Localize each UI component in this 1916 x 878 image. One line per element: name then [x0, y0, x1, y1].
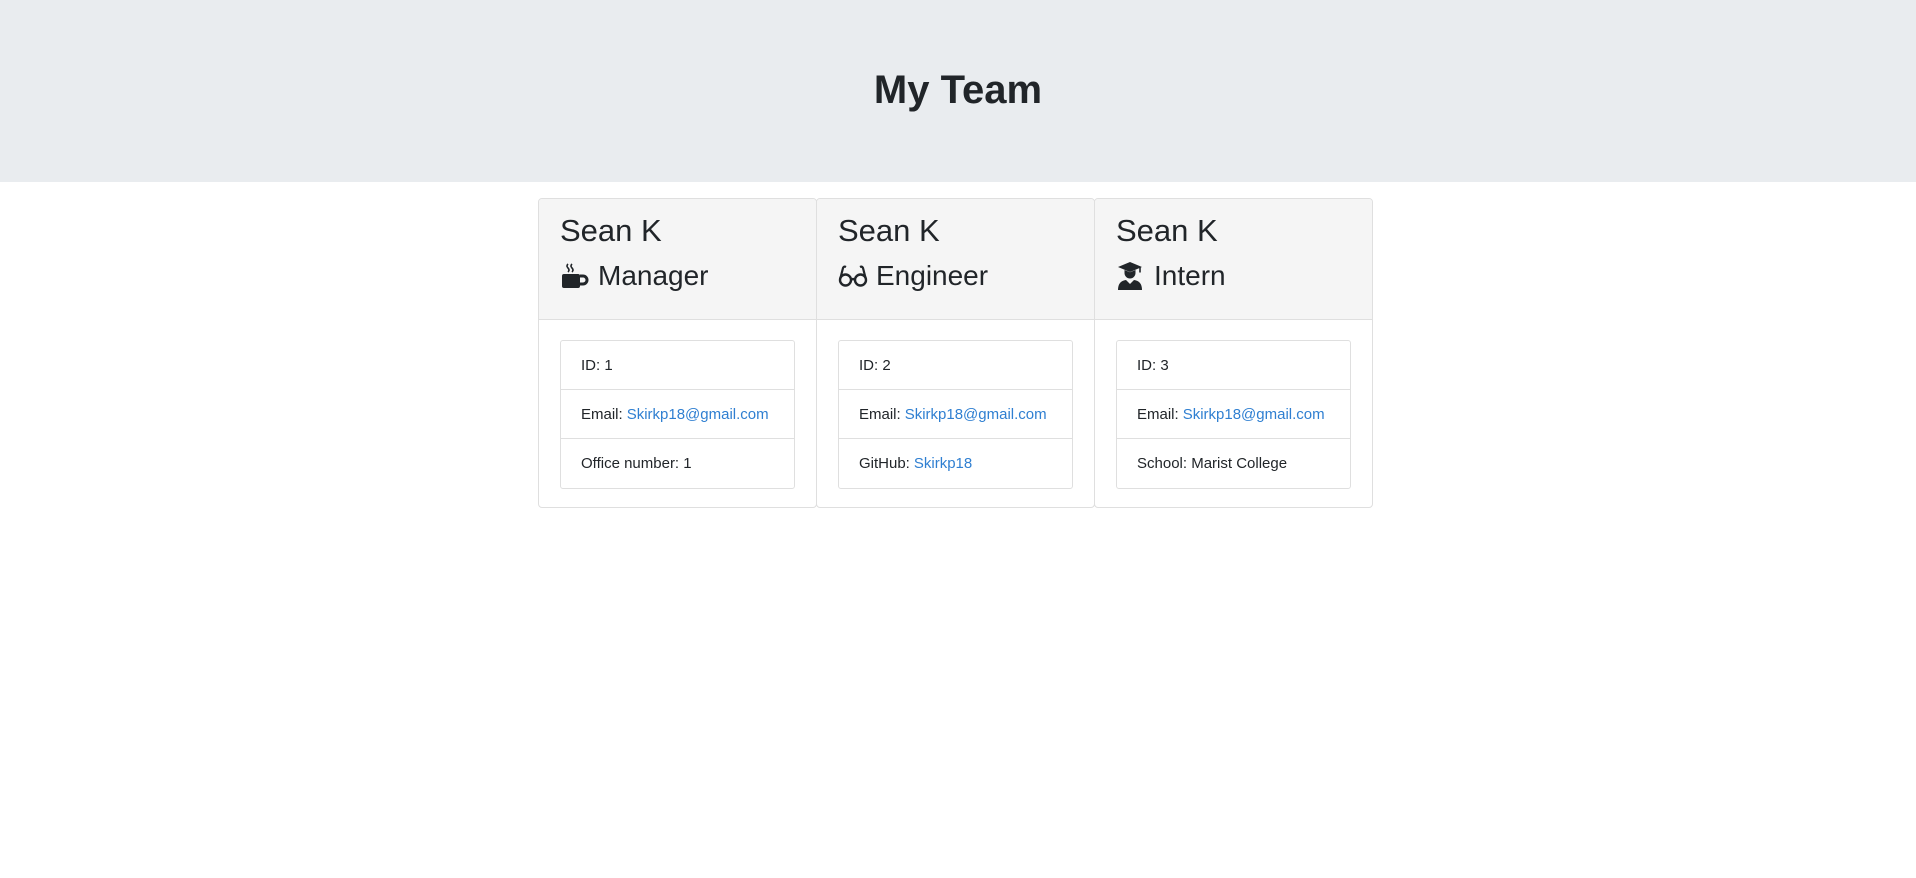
card-body: ID: 1 Email: Skirkp18@gmail.com Office n… — [539, 320, 816, 507]
id-text: ID: 3 — [1137, 356, 1169, 374]
email-link[interactable]: Skirkp18@gmail.com — [1183, 406, 1325, 423]
details-list: ID: 2 Email: Skirkp18@gmail.com GitHub: … — [838, 340, 1073, 489]
employee-role: Manager — [560, 259, 795, 293]
graduate-icon — [1116, 261, 1146, 291]
role-label: Engineer — [876, 260, 989, 291]
employee-name: Sean K — [838, 213, 940, 248]
id-text: ID: 1 — [581, 356, 613, 374]
list-item-office-number: Office number: 1 — [561, 439, 794, 488]
coffee-mug-icon — [560, 261, 590, 291]
office-number-text: Office number: 1 — [581, 455, 692, 472]
list-item-school: School: Marist College — [1117, 439, 1350, 488]
list-item-id: ID: 3 — [1117, 341, 1350, 390]
employee-card-engineer: Sean K Engineer ID: 2 Email: Skirkp18@gm… — [816, 198, 1095, 508]
github-label: GitHub: — [859, 455, 910, 472]
employee-name: Sean K — [1116, 213, 1218, 248]
employee-name: Sean K — [560, 213, 662, 248]
list-item-email: Email: Skirkp18@gmail.com — [561, 390, 794, 439]
id-text: ID: 2 — [859, 356, 891, 374]
card-header: Sean K Engineer — [817, 199, 1094, 320]
team-cards: Sean K Manager ID: 1 Email: Skirkp18@gma… — [538, 198, 1373, 508]
employee-card-intern: Sean K Intern ID: 3 Email: Skirkp18@gmai… — [1094, 198, 1373, 508]
email-link[interactable]: Skirkp18@gmail.com — [627, 406, 769, 423]
email-label: Email: — [581, 405, 623, 423]
role-label: Manager — [598, 260, 709, 291]
role-label: Intern — [1154, 260, 1226, 291]
card-header: Sean K Manager — [539, 199, 816, 320]
github-link[interactable]: Skirkp18 — [914, 455, 972, 472]
card-header: Sean K Intern — [1095, 199, 1372, 320]
details-list: ID: 3 Email: Skirkp18@gmail.com School: … — [1116, 340, 1351, 489]
employee-role: Engineer — [838, 259, 1073, 293]
list-item-id: ID: 1 — [561, 341, 794, 390]
page-header: My Team — [0, 0, 1916, 182]
glasses-icon — [838, 261, 868, 291]
email-label: Email: — [859, 405, 901, 423]
details-list: ID: 1 Email: Skirkp18@gmail.com Office n… — [560, 340, 795, 489]
email-label: Email: — [1137, 405, 1179, 423]
list-item-email: Email: Skirkp18@gmail.com — [839, 390, 1072, 439]
employee-card-manager: Sean K Manager ID: 1 Email: Skirkp18@gma… — [538, 198, 817, 508]
email-link[interactable]: Skirkp18@gmail.com — [905, 406, 1047, 423]
card-body: ID: 2 Email: Skirkp18@gmail.com GitHub: … — [817, 320, 1094, 507]
school-text: School: Marist College — [1137, 455, 1288, 472]
employee-role: Intern — [1116, 259, 1351, 293]
page-title: My Team — [873, 67, 1043, 112]
card-body: ID: 3 Email: Skirkp18@gmail.com School: … — [1095, 320, 1372, 507]
list-item-email: Email: Skirkp18@gmail.com — [1117, 390, 1350, 439]
list-item-id: ID: 2 — [839, 341, 1072, 390]
list-item-github: GitHub: Skirkp18 — [839, 439, 1072, 488]
